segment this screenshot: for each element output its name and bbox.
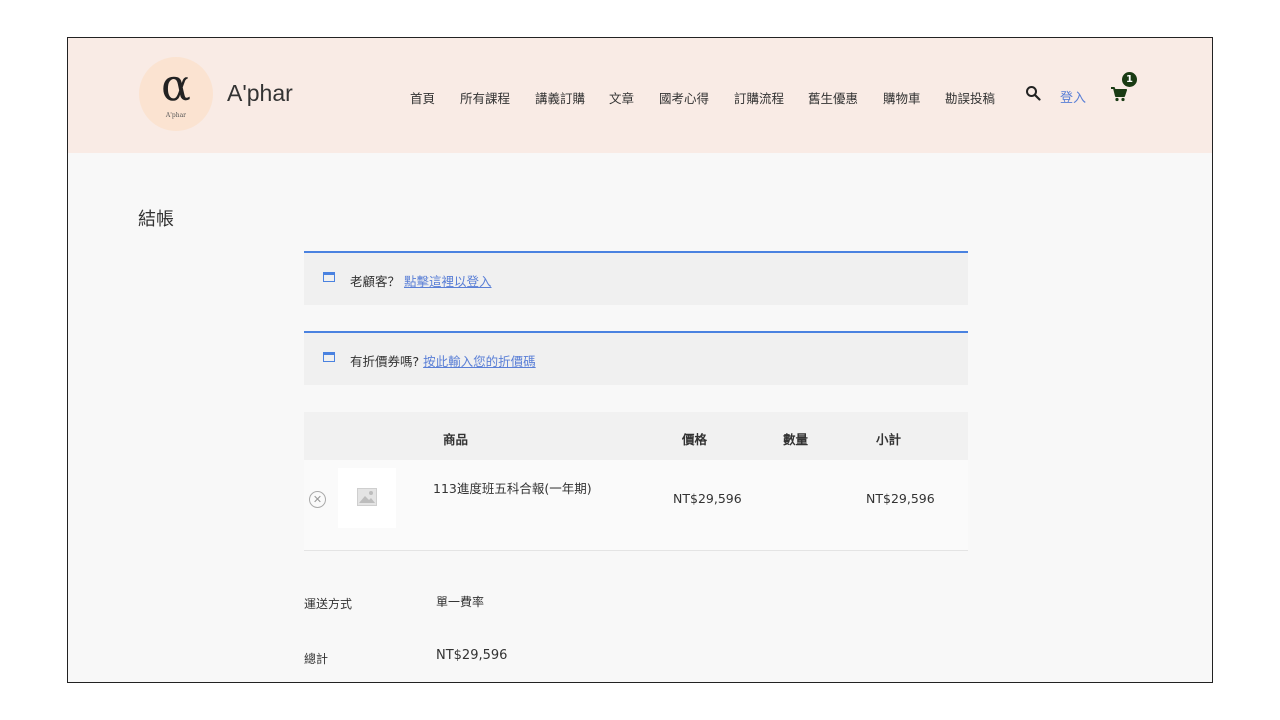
- nav-item-all-courses[interactable]: 所有課程: [460, 88, 510, 107]
- cart-icon[interactable]: [1110, 86, 1127, 102]
- coupon-notice: 有折價券嗎? 按此輸入您的折價碼: [304, 331, 968, 385]
- nav-item-cart[interactable]: 購物車: [883, 88, 921, 107]
- shipping-label: 運送方式: [304, 597, 353, 611]
- product-thumbnail[interactable]: [338, 468, 396, 528]
- nav-item-handout-order[interactable]: 講義訂購: [535, 88, 585, 107]
- column-header-product: 商品: [443, 432, 469, 447]
- column-header-price: 價格: [682, 432, 708, 447]
- nav-item-errata[interactable]: 勘誤投稿: [945, 88, 995, 107]
- shipping-value: 單一費率: [436, 595, 485, 609]
- window-icon: [323, 352, 335, 362]
- image-placeholder-icon: [357, 488, 377, 506]
- search-icon[interactable]: [1025, 85, 1041, 101]
- remove-item-button[interactable]: ✕: [309, 491, 326, 508]
- browser-viewport: α A'phar A'phar 首頁 所有課程 講義訂購 文章 國考心得 訂購流…: [67, 37, 1213, 683]
- returning-customer-label: 老顧客？: [350, 274, 401, 289]
- product-name[interactable]: 113進度班五科合報(一年期): [433, 478, 592, 497]
- product-price: NT$29,596: [673, 491, 742, 506]
- total-label: 總計: [304, 652, 329, 666]
- login-link[interactable]: 登入: [1060, 87, 1086, 106]
- cart-count-badge: 1: [1122, 72, 1137, 87]
- returning-customer-text: 老顧客？ 點擊這裡以登入: [350, 271, 492, 290]
- site-name[interactable]: A'phar: [227, 80, 293, 107]
- coupon-label: 有折價券嗎?: [350, 354, 420, 369]
- nav-item-exam-experience[interactable]: 國考心得: [659, 88, 709, 107]
- table-row: ✕ 113進度班五科合報(一年期) NT$29,596 NT$29,596: [304, 460, 968, 551]
- nav-item-home[interactable]: 首頁: [410, 88, 435, 107]
- nav-item-articles[interactable]: 文章: [609, 88, 634, 107]
- enter-coupon-link[interactable]: 按此輸入您的折價碼: [423, 354, 536, 369]
- login-here-link[interactable]: 點擊這裡以登入: [404, 274, 492, 289]
- nav-item-order-process[interactable]: 訂購流程: [734, 88, 784, 107]
- logo-small-text: A'phar: [165, 112, 187, 119]
- window-icon: [323, 272, 335, 282]
- cart-table-header: 商品 價格 數量 小計: [304, 412, 968, 460]
- product-subtotal: NT$29,596: [866, 491, 935, 506]
- column-header-quantity: 數量: [783, 432, 809, 447]
- logo-alpha-symbol: α: [161, 60, 191, 111]
- column-header-subtotal: 小計: [876, 432, 902, 447]
- returning-customer-notice: 老顧客？ 點擊這裡以登入: [304, 251, 968, 305]
- total-value: NT$29,596: [436, 648, 508, 663]
- page-title: 結帳: [138, 209, 174, 230]
- site-header: α A'phar A'phar 首頁 所有課程 講義訂購 文章 國考心得 訂購流…: [68, 38, 1212, 153]
- nav-item-alumni-discount[interactable]: 舊生優惠: [808, 88, 858, 107]
- coupon-text: 有折價券嗎? 按此輸入您的折價碼: [350, 351, 536, 370]
- site-logo[interactable]: α A'phar: [139, 57, 213, 131]
